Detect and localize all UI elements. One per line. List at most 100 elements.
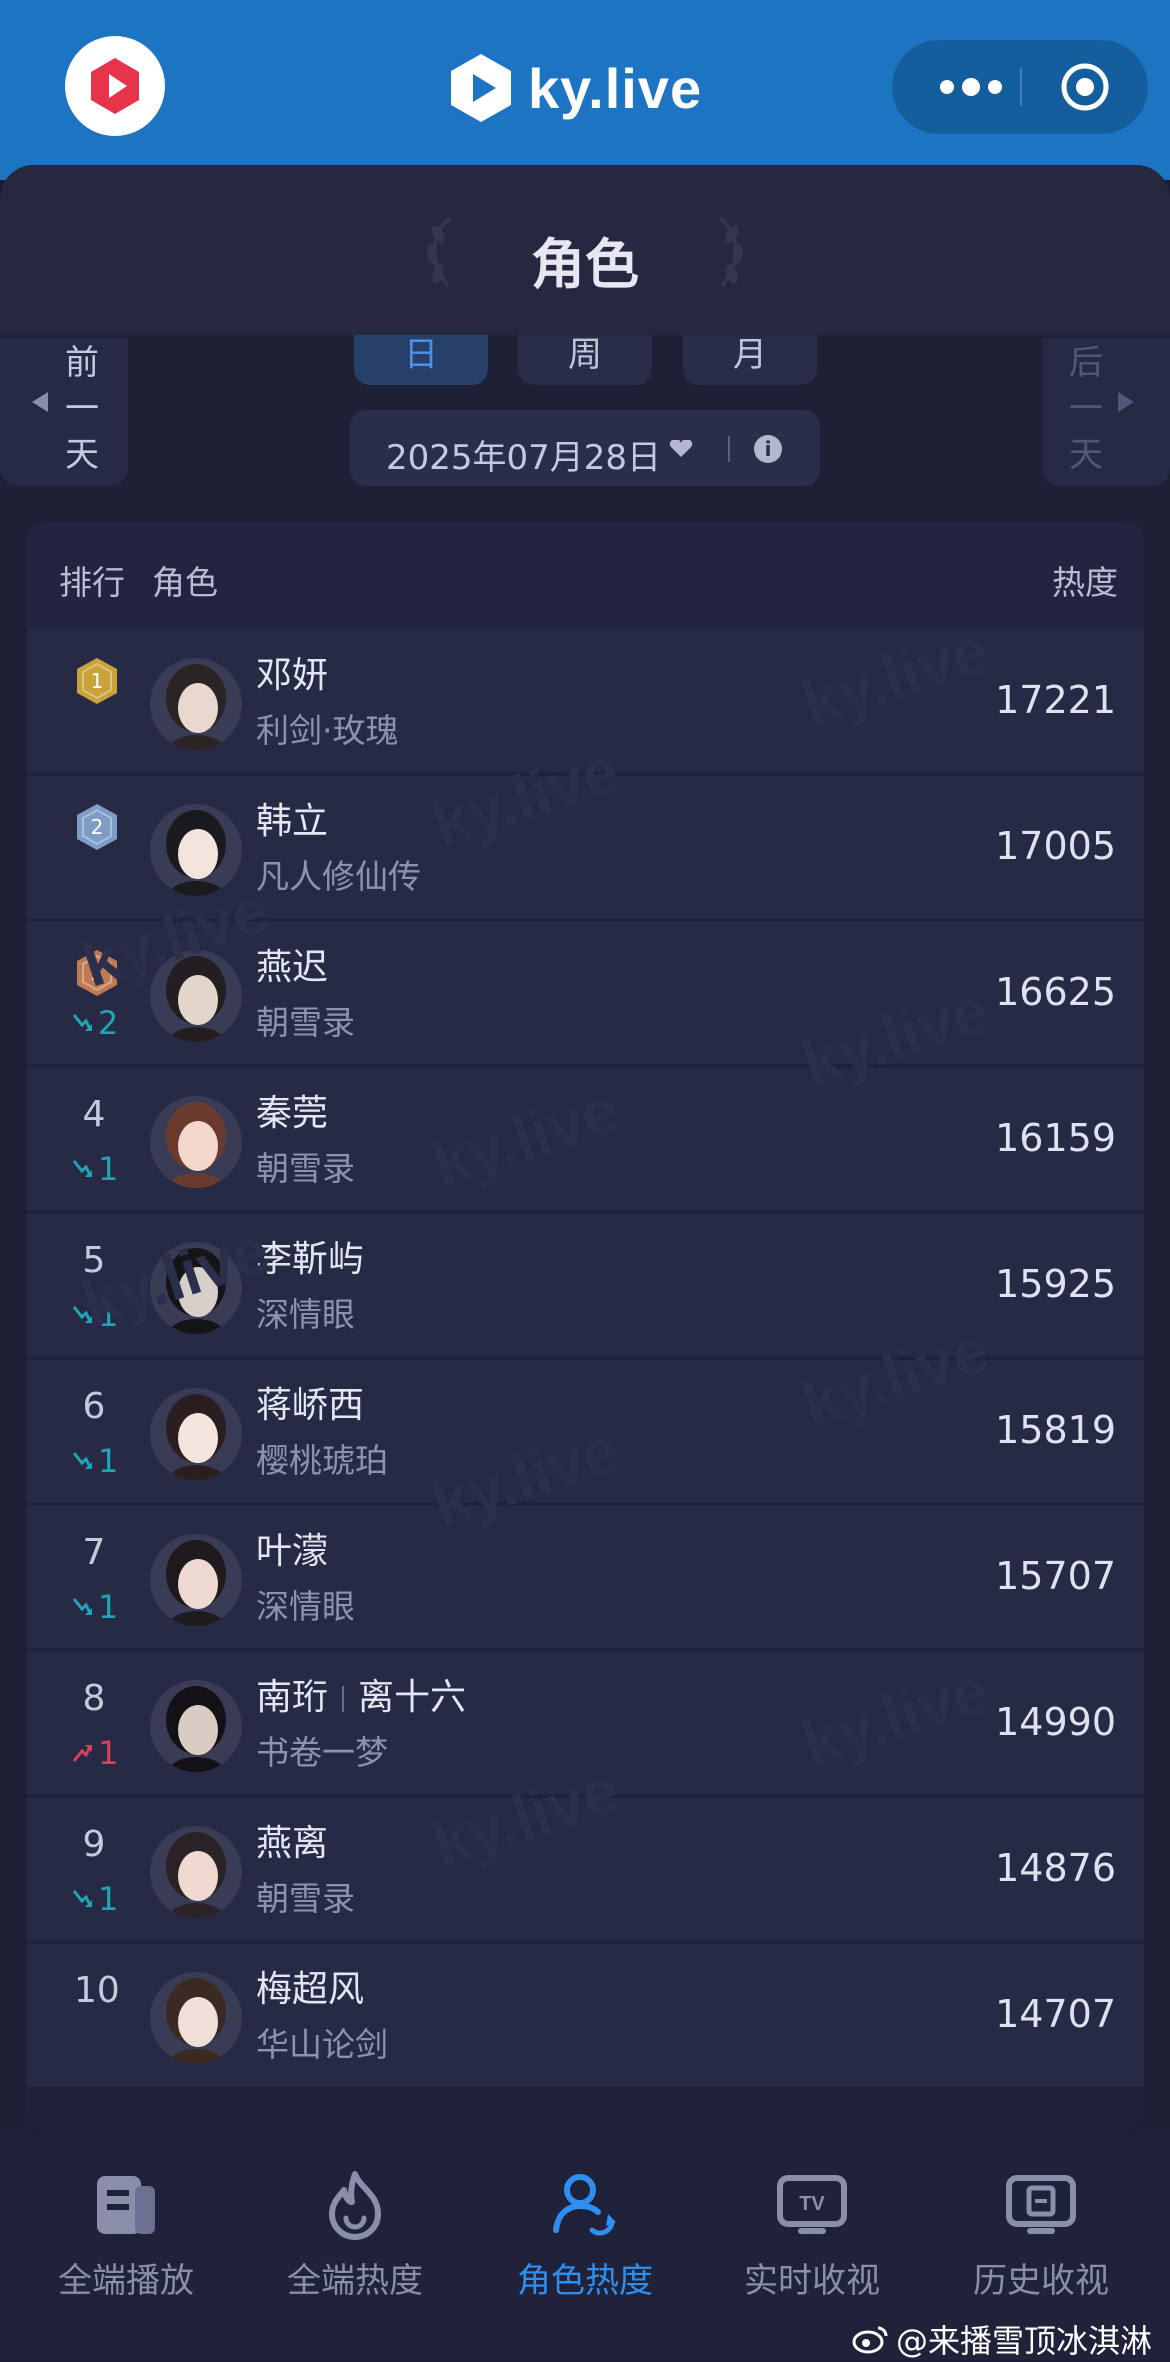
rank-number: 9 bbox=[82, 1824, 106, 1865]
more-menu-button[interactable] bbox=[926, 58, 1016, 116]
name-divider bbox=[342, 1686, 345, 1712]
nav-role[interactable]: 角色热度 bbox=[470, 2165, 700, 2302]
nav-history[interactable]: 历史收视 bbox=[926, 2165, 1156, 2302]
drama-title: 樱桃琥珀 bbox=[256, 1441, 388, 1480]
avatar bbox=[150, 1096, 242, 1188]
role-name: 叶濛 bbox=[256, 1522, 328, 1574]
drama-title: 深情眼 bbox=[256, 1587, 355, 1626]
page-title: 角色 bbox=[531, 233, 639, 296]
play-logo-icon bbox=[91, 58, 139, 114]
role-name-text: 燕离 bbox=[256, 1823, 329, 1864]
rank-change: 1 bbox=[70, 1734, 126, 1772]
role-name: 秦莞 bbox=[256, 1084, 328, 1136]
role-name: 燕离 bbox=[256, 1814, 328, 1866]
header-rank: 排行 bbox=[59, 563, 125, 602]
tab-month[interactable]: 月 bbox=[683, 335, 817, 385]
header-role: 角色 bbox=[152, 563, 218, 602]
trend-down-icon bbox=[72, 1014, 92, 1031]
drama-title: 深情眼 bbox=[256, 1295, 355, 1334]
header-heat: 热度 bbox=[1052, 563, 1118, 602]
heat-value: 15707 bbox=[995, 1554, 1116, 1598]
drama-title: 朝雪录 bbox=[256, 1149, 355, 1188]
rank-number: 10 bbox=[74, 1970, 120, 2011]
drama-title: 朝雪录 bbox=[256, 1003, 355, 1042]
table-header: 排行 角色 热度 bbox=[26, 522, 1144, 630]
tv-icon: TV bbox=[777, 2175, 847, 2234]
heat-value: 15819 bbox=[995, 1408, 1116, 1452]
heat-value: 14876 bbox=[995, 1846, 1116, 1890]
rank-change-value: 2 bbox=[98, 1004, 119, 1042]
rank-number: 7 bbox=[82, 1532, 106, 1573]
rank-number: 8 bbox=[82, 1678, 106, 1719]
more-dot-icon bbox=[962, 78, 980, 96]
svg-text:1: 1 bbox=[91, 669, 104, 693]
table-row[interactable]: 10 梅超风 华山论剑 14707 bbox=[26, 1944, 1144, 2086]
avatar bbox=[150, 1388, 242, 1480]
prev-day-button[interactable]: 前一天 bbox=[0, 338, 128, 486]
trend-down-icon bbox=[72, 1598, 92, 1615]
more-dot-icon bbox=[988, 80, 1002, 94]
role-name-text: 梅超风 bbox=[256, 1969, 365, 2010]
avatar bbox=[150, 1534, 242, 1626]
date-divider bbox=[728, 436, 730, 462]
heat-value: 17221 bbox=[995, 678, 1116, 722]
trend-up-icon bbox=[72, 1745, 92, 1762]
role-name: 梅超风 bbox=[256, 1960, 364, 2012]
avatar bbox=[150, 658, 242, 750]
mini-program-capsule bbox=[892, 40, 1148, 134]
drama-title: 朝雪录 bbox=[256, 1879, 355, 1918]
role-name-text: 秦莞 bbox=[256, 1093, 329, 1134]
heat-value: 16159 bbox=[995, 1116, 1116, 1160]
top-bar: ky.live bbox=[0, 0, 1170, 180]
nav-play[interactable]: 全端播放 bbox=[11, 2165, 241, 2302]
role-name-text: 南珩 bbox=[256, 1677, 329, 1718]
play-stats-icon bbox=[97, 2176, 155, 2234]
date-picker[interactable]: 2025年07月28日 i bbox=[350, 410, 820, 486]
close-target-icon[interactable] bbox=[1060, 62, 1110, 112]
rank-number: 6 bbox=[82, 1386, 106, 1427]
credit-text: @来播雪顶冰淇淋 bbox=[895, 2322, 1152, 2360]
role-alt-name: 离十六 bbox=[358, 1677, 467, 1718]
role-name: 南珩 离十六 bbox=[256, 1668, 466, 1720]
role-name: 蒋峤西 bbox=[256, 1376, 364, 1428]
svg-text:TV: TV bbox=[799, 2193, 825, 2215]
rank-change-value: 1 bbox=[98, 1150, 119, 1188]
next-day-button[interactable]: 后一天 bbox=[1042, 338, 1170, 486]
rank-change: 1 bbox=[70, 1880, 126, 1918]
heat-value: 14707 bbox=[995, 1992, 1116, 2036]
rank-change: 1 bbox=[70, 1588, 126, 1626]
role-name-text: 燕迟 bbox=[256, 947, 329, 988]
role-name-text: 叶濛 bbox=[256, 1531, 329, 1572]
role-name-text: 韩立 bbox=[256, 801, 329, 842]
rank-change-value: 1 bbox=[98, 1442, 119, 1480]
role-name: 韩立 bbox=[256, 792, 328, 844]
nav-realtime[interactable]: TV 实时收视 bbox=[697, 2165, 927, 2302]
rank-change-value: 1 bbox=[98, 1734, 119, 1772]
nav-heat[interactable]: 全端热度 bbox=[240, 2165, 470, 2302]
heat-value: 17005 bbox=[995, 824, 1116, 868]
heat-value: 14990 bbox=[995, 1700, 1116, 1744]
tab-week[interactable]: 周 bbox=[518, 335, 652, 385]
rank-number: 4 bbox=[82, 1094, 106, 1135]
brand-name: ky.live bbox=[528, 56, 703, 120]
history-tv-icon bbox=[1006, 2175, 1076, 2234]
tab-day[interactable]: 日 bbox=[354, 335, 488, 385]
app-logo-button[interactable] bbox=[65, 36, 165, 136]
triangle-right-icon bbox=[1118, 392, 1134, 412]
avatar bbox=[150, 1680, 242, 1772]
rank-change: 1 bbox=[70, 1442, 126, 1480]
heart-dropdown-icon bbox=[669, 440, 693, 457]
brand: ky.live bbox=[448, 48, 702, 128]
info-icon[interactable]: i bbox=[754, 435, 782, 463]
nav-play-label: 全端播放 bbox=[58, 2261, 194, 2301]
table-row[interactable]: 7 1 叶濛 深情眼 15707 bbox=[26, 1506, 1144, 1648]
capsule-divider bbox=[1020, 68, 1022, 106]
more-dot-icon bbox=[940, 80, 954, 94]
avatar bbox=[150, 1826, 242, 1918]
weibo-icon bbox=[852, 2326, 888, 2354]
drama-title: 华山论剑 bbox=[256, 2025, 388, 2064]
trend-down-icon bbox=[72, 1160, 92, 1177]
rank-medal-icon: 1 bbox=[77, 658, 117, 704]
trend-down-icon bbox=[72, 1452, 92, 1469]
rank-change: 2 bbox=[70, 1004, 126, 1042]
